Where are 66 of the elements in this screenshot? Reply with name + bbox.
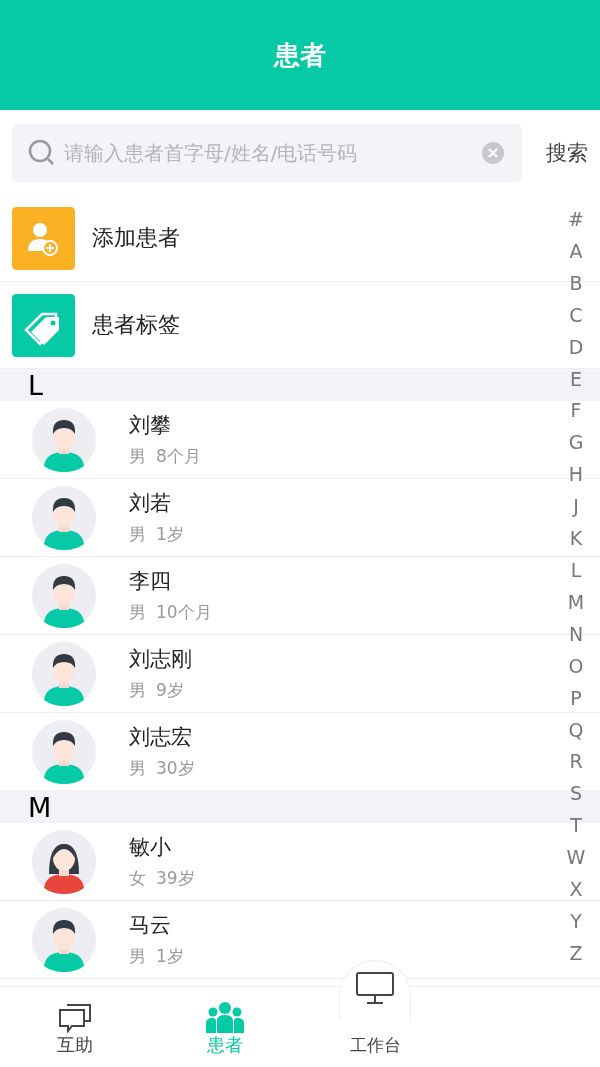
search-field[interactable]: 请输入患者首字母/姓名/电话号码	[12, 123, 522, 182]
patient-age: 8个月	[156, 445, 201, 468]
index-letter[interactable]: H	[568, 463, 584, 486]
patient-sex: 男	[129, 523, 146, 546]
patient-name[interactable]: 刘攀	[129, 411, 201, 439]
index-letter[interactable]: C	[569, 303, 583, 326]
avatar	[32, 907, 96, 972]
patient-name[interactable]: 刘志刚	[129, 645, 192, 673]
search-button[interactable]: 搜索	[532, 138, 600, 167]
tab[interactable]: 互助	[0, 987, 150, 1067]
patient-name[interactable]: 刘若	[129, 489, 184, 517]
index-letter[interactable]: A	[569, 239, 583, 262]
avatar	[32, 641, 96, 706]
search-icon	[28, 138, 56, 167]
index-letter[interactable]: D	[568, 335, 584, 358]
index-letter[interactable]: K	[569, 527, 583, 550]
index-letter[interactable]: N	[568, 622, 584, 645]
patient-age: 10个月	[156, 601, 212, 624]
patient-sex: 男	[129, 679, 146, 702]
people-icon	[205, 1001, 245, 1033]
patient-age: 30岁	[156, 757, 195, 780]
index-letter[interactable]: X	[569, 878, 583, 901]
index-letter[interactable]: Y	[570, 909, 582, 932]
index-letter[interactable]: Z	[569, 941, 583, 964]
index-letter[interactable]: M	[567, 590, 585, 613]
tag-icon	[12, 293, 75, 357]
index-letter[interactable]: R	[569, 750, 583, 773]
patient-age: 1岁	[156, 523, 184, 546]
index-letter[interactable]: J	[573, 495, 579, 518]
index-letter[interactable]: L	[570, 558, 582, 581]
index-letter[interactable]: E	[570, 367, 582, 390]
patient-sex: 女	[129, 867, 146, 890]
patient-sex: 男	[129, 445, 146, 468]
avatar	[32, 407, 96, 472]
index-letter[interactable]: W	[566, 846, 586, 869]
avatar	[32, 563, 96, 628]
patient-sex: 男	[129, 757, 146, 780]
patient-age: 9岁	[156, 679, 184, 702]
index-letter[interactable]: #	[568, 208, 584, 230]
tab[interactable]: 工作台	[300, 960, 450, 1067]
monitor-icon	[355, 971, 395, 1005]
patient-name[interactable]: 刘志宏	[129, 723, 195, 751]
index-letter[interactable]: P	[570, 686, 582, 709]
index-letter[interactable]: Q	[568, 718, 584, 741]
avatar	[32, 485, 96, 550]
patient-age: 39岁	[156, 867, 195, 890]
action-label[interactable]: 患者标签	[92, 310, 180, 340]
patient-name[interactable]: 马云	[129, 911, 184, 939]
patient-age: 1岁	[156, 945, 184, 968]
index-letter[interactable]: T	[570, 814, 582, 837]
chat-icon	[57, 1001, 93, 1033]
avatar	[32, 829, 96, 894]
patient-sex: 男	[129, 601, 146, 624]
patient-sex: 男	[129, 945, 146, 968]
action-label[interactable]: 添加患者	[92, 223, 180, 253]
patient-name[interactable]: 敏小	[129, 833, 195, 861]
avatar	[32, 719, 96, 784]
add-person-icon	[12, 206, 75, 270]
index-letter[interactable]: B	[569, 271, 583, 294]
index-letter[interactable]: G	[568, 431, 584, 454]
patient-name[interactable]: 李四	[129, 567, 212, 595]
index-letter[interactable]: F	[570, 399, 582, 422]
clear-icon[interactable]	[482, 141, 504, 164]
index-letter[interactable]: O	[568, 654, 584, 677]
page-title: 患者	[274, 38, 326, 72]
index-letter[interactable]: S	[569, 782, 583, 805]
